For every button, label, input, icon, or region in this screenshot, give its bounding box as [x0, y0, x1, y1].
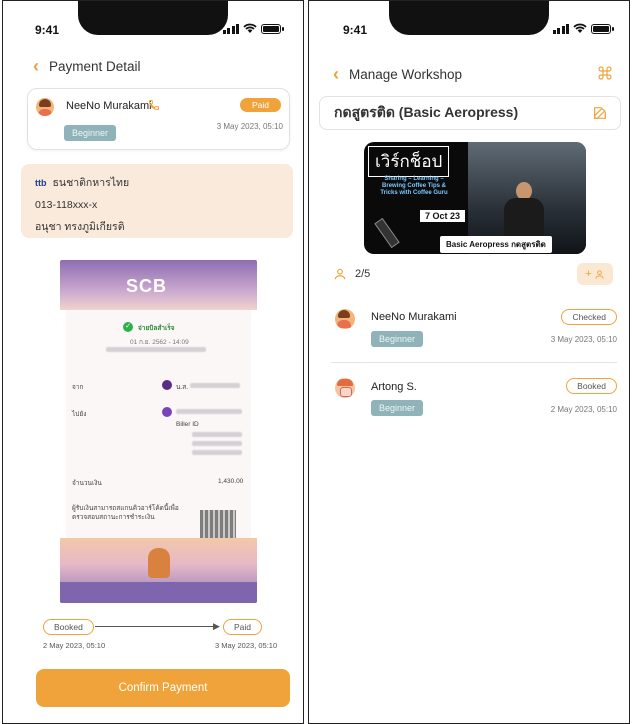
status-icons [222, 23, 284, 34]
person-illustration [504, 182, 544, 242]
bank-row: ttb ธนชาติกหารไทย [35, 174, 279, 191]
manage-workshop-screen: 9:41 ‹ Manage Workshop กดสูตรติด (Basic … [308, 0, 630, 724]
participant-count: 2/5 [355, 268, 371, 280]
participant-name: NeeNo Murakami [66, 100, 152, 112]
booking-card[interactable]: NeeNo Murakami Paid Beginner 3 May 2023,… [27, 88, 290, 150]
banner-subtitle: Sharing – Learning – Brewing Coffee Tips… [380, 176, 448, 196]
arrow-right-icon: ▶ [213, 621, 220, 631]
level-tag: Beginner [64, 125, 117, 141]
back-chevron-icon[interactable]: ‹ [33, 57, 39, 75]
redacted-text [106, 347, 206, 352]
slip-header: SCB [60, 260, 257, 310]
timeline-from-date: 2 May 2023, 05:10 [43, 641, 106, 650]
status-badge: Booked [566, 378, 617, 394]
aeropress-illustration [374, 217, 400, 249]
page-title: Payment Detail [49, 58, 141, 74]
participant-name: Artong S. [371, 381, 417, 393]
participant-count-row: 2/5 + [333, 263, 623, 285]
workshop-title-bar: กดสูตรติด (Basic Aeropress) [319, 96, 621, 130]
participant-row[interactable]: NeeNo Murakami Checked Beginner 3 May 20… [331, 307, 617, 351]
slip-footer-illustration [60, 538, 257, 603]
command-icon[interactable] [597, 65, 613, 81]
participant-date: 3 May 2023, 05:10 [550, 335, 617, 344]
booking-date: 3 May 2023, 05:10 [216, 122, 283, 131]
from-label: จาก [72, 384, 84, 391]
status-icons [552, 23, 614, 34]
banner-title: เวิร์กช็อป [368, 146, 450, 177]
page-title: Manage Workshop [349, 66, 463, 82]
signal-icon [552, 23, 569, 34]
banner-caption: Basic Aeropress กดสูตรติด [440, 236, 552, 253]
add-participant-button[interactable]: + [577, 263, 613, 285]
status-time: 9:41 [343, 23, 368, 37]
scb-icon [162, 380, 172, 390]
plus-icon: + [585, 268, 592, 280]
wifi-icon [243, 23, 257, 33]
phone-icon[interactable] [148, 99, 160, 111]
from-name: น.ส. [176, 384, 189, 391]
participant-date: 2 May 2023, 05:10 [550, 405, 617, 414]
lavender-field [60, 582, 257, 603]
payment-slip-image[interactable]: SCB ✓ จ่ายบิลสำเร็จ 01 ก.ย. 2562 - 14:09… [60, 260, 257, 603]
success-check-icon: ✓ [123, 322, 133, 332]
bank-account-box: ttb ธนชาติกหารไทย 013-118xxx-x อนุชา ทรง… [21, 164, 293, 238]
device-notch [389, 1, 549, 35]
avatar [335, 309, 355, 329]
banner-date: 7 Oct 23 [420, 210, 466, 222]
status-timeline: Booked ▶ Paid [43, 619, 278, 635]
payment-detail-screen: 9:41 ‹ Payment Detail NeeNo Murakami Pai… [2, 0, 304, 724]
confirm-payment-button[interactable]: Confirm Payment [36, 669, 290, 707]
battery-icon [261, 24, 284, 34]
battery-icon [591, 24, 614, 34]
person-add-icon [595, 269, 604, 279]
bank-name: ธนชาติกหารไทย [52, 177, 130, 189]
wifi-icon [573, 23, 587, 33]
bank-logo: ttb [35, 177, 47, 188]
amount-label: จำนวนเงิน [72, 480, 102, 487]
status-badge: Paid [239, 98, 281, 112]
timeline-paid: Paid [223, 619, 263, 635]
workshop-title: กดสูตรติด (Basic Aeropress) [334, 104, 519, 120]
timeline-to-date: 3 May 2023, 05:10 [215, 641, 278, 650]
redacted-text [190, 383, 240, 388]
account-name: อนุชา ทรงภูมิเกียรติ [35, 221, 125, 233]
level-tag: Beginner [371, 400, 424, 416]
slip-status: จ่ายบิลสำเร็จ [138, 325, 175, 332]
slip-body: ✓ จ่ายบิลสำเร็จ 01 ก.ย. 2562 - 14:09 จาก… [66, 310, 251, 542]
redacted-text [192, 450, 242, 455]
to-label: ไปยัง [72, 411, 87, 418]
slip-datetime: 01 ก.ย. 2562 - 14:09 [130, 339, 189, 346]
avatar [36, 98, 54, 116]
workshop-banner-image[interactable]: เวิร์กช็อป Sharing – Learning – Brewing … [364, 142, 586, 254]
top-nav: ‹ Manage Workshop [333, 65, 462, 83]
account-number: 013-118xxx-x [35, 199, 98, 211]
status-badge: Checked [561, 309, 617, 325]
dog-illustration [148, 548, 170, 578]
edit-icon[interactable] [592, 105, 608, 121]
signal-icon [222, 23, 239, 34]
biller-id-label: Biller ID [176, 421, 199, 428]
merchant-icon [162, 407, 172, 417]
redacted-text [192, 432, 242, 437]
divider [331, 362, 617, 363]
timeline-line [95, 626, 217, 627]
person-icon [334, 268, 346, 280]
amount-value: 1,430.00 [218, 478, 244, 485]
device-notch [78, 1, 228, 35]
redacted-text [192, 441, 242, 446]
redacted-text [176, 409, 242, 414]
timeline-booked: Booked [43, 619, 94, 635]
avatar [335, 378, 355, 398]
status-time: 9:41 [35, 23, 60, 37]
top-nav: ‹ Payment Detail [33, 57, 141, 75]
level-tag: Beginner [371, 331, 424, 347]
slip-brand: SCB [126, 276, 168, 296]
verify-note: ผู้รับเงินสามารถสแกนคิวอาร์โค้ดนี้เพื่อ … [72, 505, 179, 521]
back-chevron-icon[interactable]: ‹ [333, 65, 339, 83]
participant-row[interactable]: Artong S. Booked Beginner 2 May 2023, 05… [331, 376, 617, 420]
participant-name: NeeNo Murakami [371, 311, 457, 323]
